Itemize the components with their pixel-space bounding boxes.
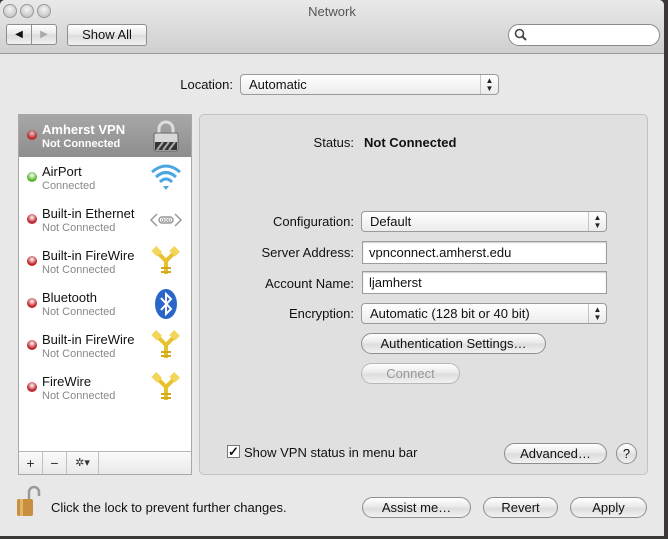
help-button[interactable]: ? bbox=[616, 443, 637, 464]
account-name-field[interactable]: ljamherst bbox=[362, 271, 607, 294]
service-status: Not Connected bbox=[42, 306, 116, 318]
service-item[interactable]: Built-in FireWire Not Connected bbox=[19, 325, 191, 367]
forward-button[interactable]: ▶ bbox=[31, 24, 57, 45]
encryption-popup[interactable]: Automatic (128 bit or 40 bit) ▲ ▼ bbox=[361, 303, 607, 324]
back-button[interactable]: ◀ bbox=[6, 24, 32, 45]
account-name-label: Account Name: bbox=[265, 276, 354, 291]
service-item[interactable]: Built-in FireWire Not Connected bbox=[19, 241, 191, 283]
service-item[interactable]: FireWire Not Connected bbox=[19, 367, 191, 409]
service-status: Not Connected bbox=[42, 222, 116, 234]
status-dot-red bbox=[27, 214, 37, 224]
location-value: Automatic bbox=[249, 77, 307, 92]
service-item[interactable]: Bluetooth Not Connected bbox=[19, 283, 191, 325]
configuration-value: Default bbox=[370, 214, 412, 229]
search-input[interactable] bbox=[508, 24, 660, 46]
network-window: Network ◀ ▶ Show All Location: Automatic… bbox=[0, 0, 664, 536]
configuration-popup[interactable]: Default ▲ ▼ bbox=[361, 211, 607, 232]
show-vpn-status-label: Show VPN status in menu bar bbox=[244, 445, 418, 460]
service-name: AirPort bbox=[42, 164, 82, 179]
svg-text:ooo: ooo bbox=[161, 218, 172, 224]
lock-message: Click the lock to prevent further change… bbox=[51, 500, 287, 515]
add-service-button[interactable]: + bbox=[19, 452, 43, 474]
popup-arrows-icon: ▲ ▼ bbox=[588, 304, 606, 323]
popup-arrows-icon: ▲ ▼ bbox=[588, 212, 606, 231]
service-status: Not Connected bbox=[42, 264, 116, 276]
firewire-icon bbox=[149, 372, 183, 404]
show-all-button[interactable]: Show All bbox=[67, 24, 147, 46]
show-vpn-status-checkbox[interactable]: ✓ bbox=[227, 445, 240, 458]
encryption-label: Encryption: bbox=[288, 306, 354, 321]
service-status: Connected bbox=[42, 180, 96, 192]
vpn-lock-icon bbox=[149, 120, 183, 152]
status-dot-green bbox=[27, 172, 37, 182]
firewire-icon bbox=[149, 330, 183, 362]
configuration-label: Configuration: bbox=[273, 214, 354, 229]
service-item[interactable]: Built-in Ethernet Not Connected ooo bbox=[19, 199, 191, 241]
bluetooth-icon bbox=[149, 288, 183, 320]
authentication-settings-button[interactable]: Authentication Settings… bbox=[361, 333, 546, 354]
unlocked-padlock-icon[interactable] bbox=[16, 485, 44, 519]
remove-service-button[interactable]: − bbox=[43, 452, 67, 474]
server-address-label: Server Address: bbox=[261, 245, 355, 260]
wifi-icon bbox=[149, 162, 183, 194]
location-popup[interactable]: Automatic ▲ ▼ bbox=[240, 74, 499, 95]
service-status: Not Connected bbox=[42, 138, 121, 150]
status-dot-red bbox=[27, 130, 37, 140]
search-icon bbox=[514, 28, 527, 41]
popup-arrows-icon: ▲ ▼ bbox=[480, 75, 498, 94]
assist-me-button[interactable]: Assist me… bbox=[362, 497, 471, 518]
connect-button[interactable]: Connect bbox=[361, 363, 460, 384]
firewire-icon bbox=[149, 246, 183, 278]
toolbar: Network ◀ ▶ Show All bbox=[0, 0, 664, 54]
service-name: Bluetooth bbox=[42, 290, 97, 305]
service-name: FireWire bbox=[42, 374, 92, 389]
service-name: Built-in Ethernet bbox=[42, 206, 135, 221]
server-address-field[interactable]: vpnconnect.amherst.edu bbox=[362, 241, 607, 264]
service-name: Built-in FireWire bbox=[42, 248, 135, 263]
status-dot-red bbox=[27, 340, 37, 350]
encryption-value: Automatic (128 bit or 40 bit) bbox=[370, 306, 530, 321]
service-name: Amherst VPN bbox=[42, 122, 126, 137]
advanced-button[interactable]: Advanced… bbox=[504, 443, 607, 464]
status-dot-red bbox=[27, 382, 37, 392]
status-label: Status: bbox=[313, 135, 354, 150]
ethernet-icon: ooo bbox=[149, 204, 183, 236]
service-item[interactable]: AirPort Connected bbox=[19, 157, 191, 199]
apply-button[interactable]: Apply bbox=[570, 497, 647, 518]
revert-button[interactable]: Revert bbox=[483, 497, 558, 518]
vpn-detail-panel: Status: Not Connected Configuration: Def… bbox=[199, 114, 648, 475]
service-status: Not Connected bbox=[42, 348, 116, 360]
status-dot-red bbox=[27, 256, 37, 266]
service-name: Built-in FireWire bbox=[42, 332, 135, 347]
status-dot-red bbox=[27, 298, 37, 308]
location-label: Location: bbox=[180, 77, 233, 92]
service-list-toolbar: + − ✲▾ bbox=[19, 451, 191, 474]
window-title: Network bbox=[308, 4, 356, 19]
service-status: Not Connected bbox=[42, 390, 116, 402]
service-item[interactable]: Amherst VPN Not Connected bbox=[19, 115, 191, 157]
gear-menu-button[interactable]: ✲▾ bbox=[67, 452, 99, 474]
status-value: Not Connected bbox=[364, 135, 457, 150]
service-list: FireWire Not Connected Built-in FireWire… bbox=[18, 114, 192, 475]
